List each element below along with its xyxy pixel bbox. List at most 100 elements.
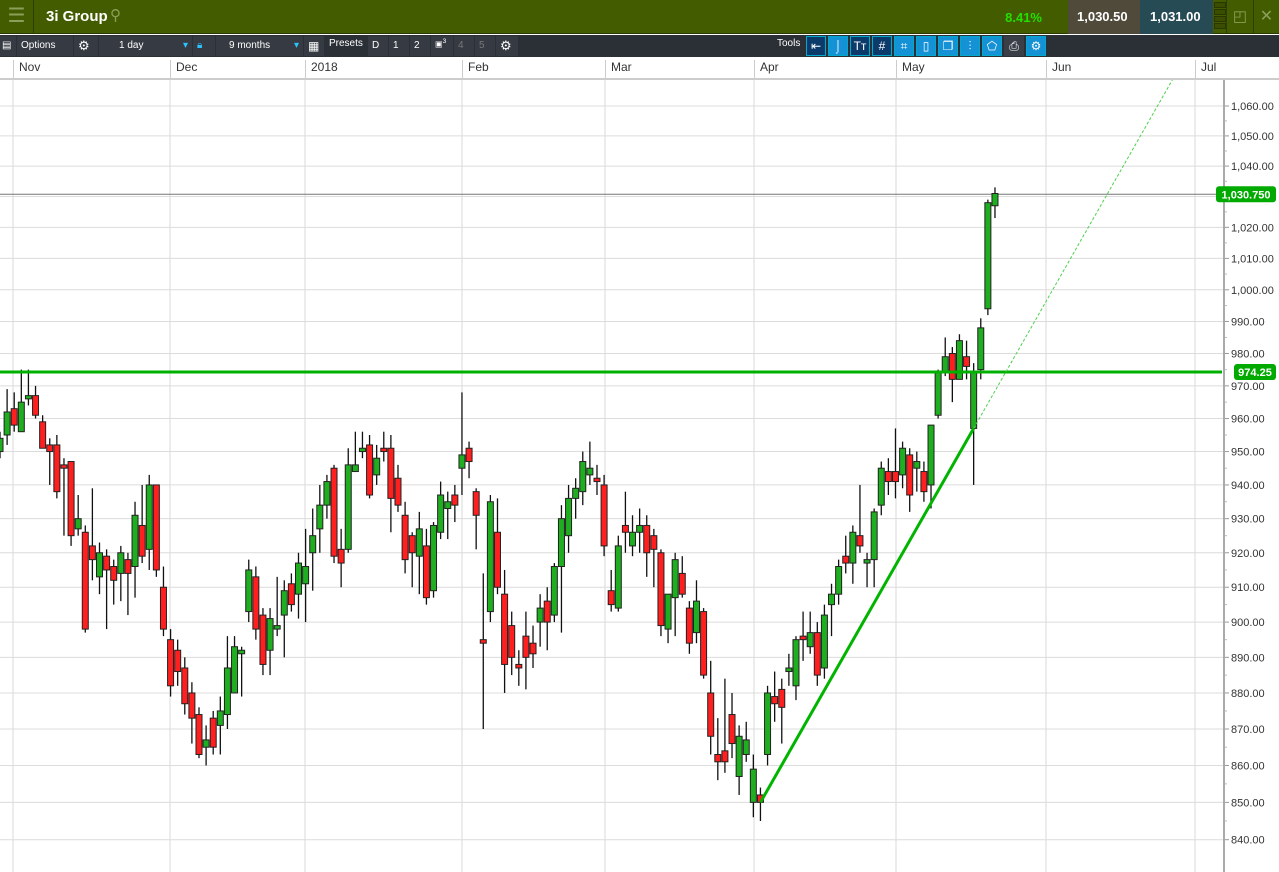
windows-icon[interactable]: ❐ xyxy=(938,36,958,56)
preset-settings-gear-icon[interactable]: ⚙ xyxy=(496,36,518,56)
buy-price: 1,031.00 xyxy=(1150,9,1201,24)
candle-body xyxy=(10,408,18,426)
y-tick-label: 990.00 xyxy=(1231,316,1265,328)
candle-body xyxy=(344,464,352,550)
y-tick-label: 980.00 xyxy=(1231,348,1265,360)
sell-price: 1,030.50 xyxy=(1077,9,1128,24)
candle-body xyxy=(501,593,509,665)
tools-label: Tools xyxy=(777,38,801,49)
popout-icon[interactable]: ◰ xyxy=(1226,0,1253,34)
print-icon[interactable]: ⎙ xyxy=(1004,36,1024,56)
trendline-extension xyxy=(973,80,1173,429)
candle-body xyxy=(46,444,54,453)
preset-4[interactable]: 4 xyxy=(454,36,474,56)
search-icon[interactable]: ⚲ xyxy=(110,6,121,24)
candle-body xyxy=(529,642,537,655)
candle-body xyxy=(479,639,487,644)
candle-body xyxy=(181,667,189,705)
candle-body xyxy=(39,421,47,449)
tag-icon[interactable]: ⬠ xyxy=(982,36,1002,56)
candle-body xyxy=(948,352,956,380)
chevron-down-icon: ▾ xyxy=(182,40,188,51)
candle-body xyxy=(984,202,992,310)
sell-price-button[interactable]: 1,030.50 ⤵ xyxy=(1068,0,1140,58)
candle-body xyxy=(856,535,864,547)
candle-body xyxy=(223,667,231,716)
y-tick-label: 930.00 xyxy=(1231,514,1265,526)
grid-icon[interactable]: # xyxy=(872,36,892,56)
candle-body xyxy=(828,593,836,606)
candle-body xyxy=(643,524,651,554)
interval-select[interactable]: 1 day ▾ xyxy=(99,36,192,56)
gear-icon[interactable]: ⚙ xyxy=(74,36,98,56)
candle-body xyxy=(366,444,374,496)
close-icon[interactable]: ✕ xyxy=(1253,0,1279,34)
candle-body xyxy=(238,649,246,655)
calendar-icon[interactable]: ▦ xyxy=(304,36,324,56)
preset-1[interactable]: 1 xyxy=(389,36,409,56)
candle-body xyxy=(145,484,153,550)
settings-edit-icon[interactable]: ⚙ xyxy=(1026,36,1046,56)
list-icon[interactable]: ▤ xyxy=(0,36,16,56)
candle-body xyxy=(749,768,757,803)
candle-body xyxy=(216,710,224,726)
price-chart[interactable]: 840.00 850.00 860.00 870.00 880.00 890.00 900.… xyxy=(0,80,1279,872)
preset-5[interactable]: 5 xyxy=(475,36,495,56)
candle-body xyxy=(380,447,388,453)
candle-body xyxy=(195,714,203,755)
month-label: May xyxy=(896,60,925,80)
candle-body xyxy=(899,447,907,476)
candle-body xyxy=(934,372,942,416)
candle-body xyxy=(977,327,985,371)
candle-body xyxy=(920,471,928,493)
candle-body xyxy=(259,614,267,665)
text-tool-icon[interactable]: Tт xyxy=(850,36,870,56)
period-select[interactable]: 9 months ▾ xyxy=(216,36,303,56)
candle-body xyxy=(167,639,175,687)
candle-body xyxy=(557,518,565,568)
preset-save-3[interactable]: ▣3 xyxy=(431,36,453,56)
candle-body xyxy=(330,467,338,557)
hamburger-icon[interactable]: ☰ xyxy=(0,0,34,34)
preset-d[interactable]: D xyxy=(368,36,388,56)
candle-body xyxy=(252,576,260,630)
options-button[interactable]: Options xyxy=(17,36,73,56)
candle-body xyxy=(678,572,686,595)
candle-body xyxy=(415,528,423,557)
lock-icon[interactable]: 🔒︎ xyxy=(193,36,215,56)
candle-body xyxy=(707,692,715,737)
candle-body xyxy=(927,424,935,486)
candle-type-icon[interactable]: ▯ xyxy=(916,36,936,56)
candle-body xyxy=(53,444,61,493)
candle-body xyxy=(721,750,729,763)
candle-body xyxy=(24,395,32,400)
buy-price-button[interactable]: 1,031.00 ⤴ xyxy=(1140,0,1213,58)
back-arrow-icon[interactable]: ⇤ xyxy=(806,36,826,56)
candle-body xyxy=(316,504,324,530)
candle-body xyxy=(323,481,331,506)
candle-body xyxy=(785,667,793,673)
level-price-label: 974.25 xyxy=(1238,367,1272,379)
candle-body xyxy=(81,531,89,630)
curve-tool-icon[interactable]: ⌡ xyxy=(828,36,848,56)
candle-body xyxy=(231,646,239,694)
candle-body xyxy=(792,639,800,687)
candle-body xyxy=(245,569,253,613)
candle-body xyxy=(565,497,573,537)
indicator-icon[interactable]: ⫶ xyxy=(960,36,980,56)
candle-body xyxy=(941,356,949,374)
y-tick-label: 910.00 xyxy=(1231,582,1265,594)
candle-body xyxy=(209,717,217,748)
y-tick-label: 850.00 xyxy=(1231,797,1265,809)
candle-body xyxy=(486,501,494,613)
candle-body xyxy=(117,552,125,574)
candle-body xyxy=(515,663,523,669)
date-axis: Nov Dec 2018 Feb Mar Apr May Jun Jul xyxy=(0,57,1279,80)
candle-body xyxy=(401,514,409,561)
candle-body xyxy=(358,447,366,453)
candle-body xyxy=(60,464,68,469)
draw-grid-icon[interactable]: ⌗ xyxy=(894,36,914,56)
candle-body xyxy=(451,494,459,506)
candle-body xyxy=(110,566,118,581)
preset-2[interactable]: 2 xyxy=(410,36,430,56)
